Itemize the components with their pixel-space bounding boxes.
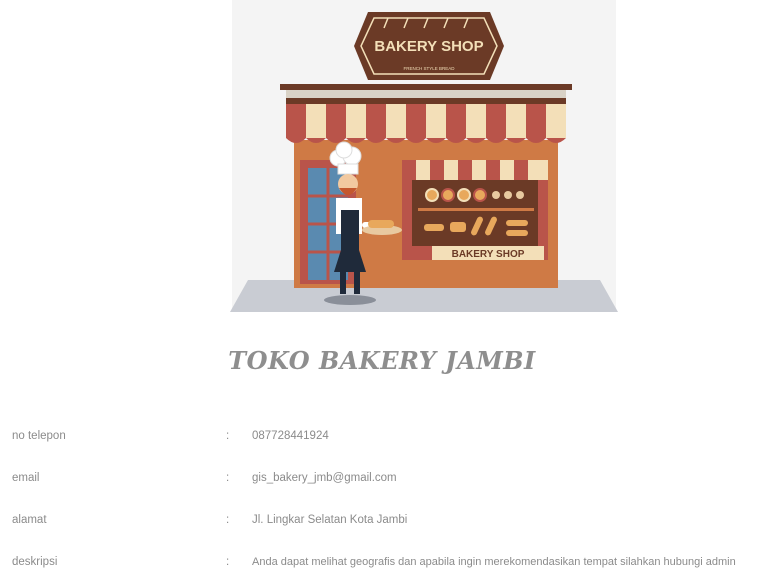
bakery-shop-illustration: BAKERY SHOP FRENCH STYLE BREAD BAKERY SH… — [228, 0, 620, 318]
address-label: alamat — [12, 514, 47, 526]
phone-separator: : — [226, 430, 230, 442]
awning — [286, 104, 566, 143]
window-sign-text: BAKERY SHOP — [452, 249, 525, 260]
phone-label: no telepon — [12, 430, 66, 442]
info-row-address: alamat : Jl. Lingkar Selatan Kota Jambi — [12, 512, 764, 532]
email-label: email — [12, 472, 40, 484]
address-value: Jl. Lingkar Selatan Kota Jambi — [252, 514, 408, 526]
description-separator: : — [226, 556, 230, 568]
info-row-email: email : gis_bakery_jmb@gmail.com — [12, 470, 764, 490]
info-row-phone: no telepon : 087728441924 — [12, 428, 764, 448]
email-value: gis_bakery_jmb@gmail.com — [252, 472, 397, 484]
logo-subtext: FRENCH STYLE BREAD — [403, 66, 455, 71]
email-separator: : — [226, 472, 230, 484]
store-name-heading: TOKO BAKERY JAMBI — [228, 346, 536, 375]
logo-sign: BAKERY SHOP FRENCH STYLE BREAD — [354, 12, 504, 80]
description-value: Anda dapat melihat geografis dan apabila… — [252, 556, 736, 568]
address-separator: : — [226, 514, 230, 526]
phone-value: 087728441924 — [252, 430, 329, 442]
description-label: deskripsi — [12, 556, 58, 568]
logo-text: BAKERY SHOP — [374, 38, 483, 55]
info-row-description: deskripsi : Anda dapat melihat geografis… — [12, 554, 764, 574]
